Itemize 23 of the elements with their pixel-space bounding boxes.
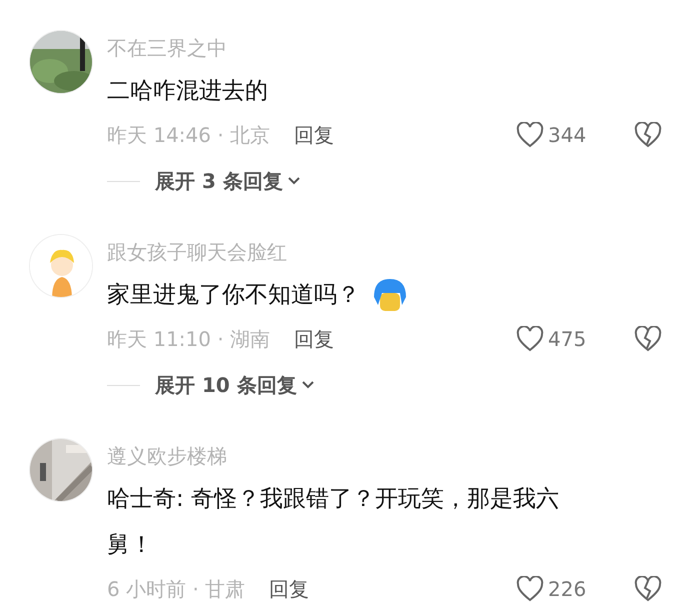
like-count: 226 <box>548 577 586 601</box>
reply-button[interactable]: 回复 <box>294 326 334 352</box>
expand-replies-button[interactable]: 展开 10 条回复 <box>155 372 315 398</box>
comment-text: 哈士奇: 奇怪？我跟错了？开玩笑，那是我六舅！ <box>107 485 560 560</box>
like-count: 475 <box>548 327 586 351</box>
heart-icon[interactable] <box>516 326 544 352</box>
expand-replies-button[interactable]: 展开 3 条回复 <box>155 168 301 194</box>
comment-text: 二哈咋混进去的 <box>107 77 269 106</box>
dislike-button[interactable] <box>634 576 662 602</box>
dislike-button[interactable] <box>634 326 662 352</box>
dislike-button[interactable] <box>634 122 662 148</box>
user-avatar[interactable] <box>29 30 93 94</box>
comment-time: 昨天 11:10 · 湖南 <box>107 326 270 352</box>
reply-button[interactable]: 回复 <box>269 576 310 602</box>
like-count: 344 <box>548 123 586 147</box>
heart-icon[interactable] <box>516 576 544 602</box>
comment-text: 家里进鬼了你不知道吗？ <box>107 281 360 310</box>
comment-time: 昨天 14:46 · 北京 <box>107 122 270 148</box>
comment-time: 6 小时前 · 甘肃 <box>107 576 246 602</box>
reply-button[interactable]: 回复 <box>294 122 334 148</box>
heart-icon[interactable] <box>516 122 544 148</box>
chevron-down-icon <box>300 380 315 390</box>
chevron-down-icon <box>286 176 301 186</box>
